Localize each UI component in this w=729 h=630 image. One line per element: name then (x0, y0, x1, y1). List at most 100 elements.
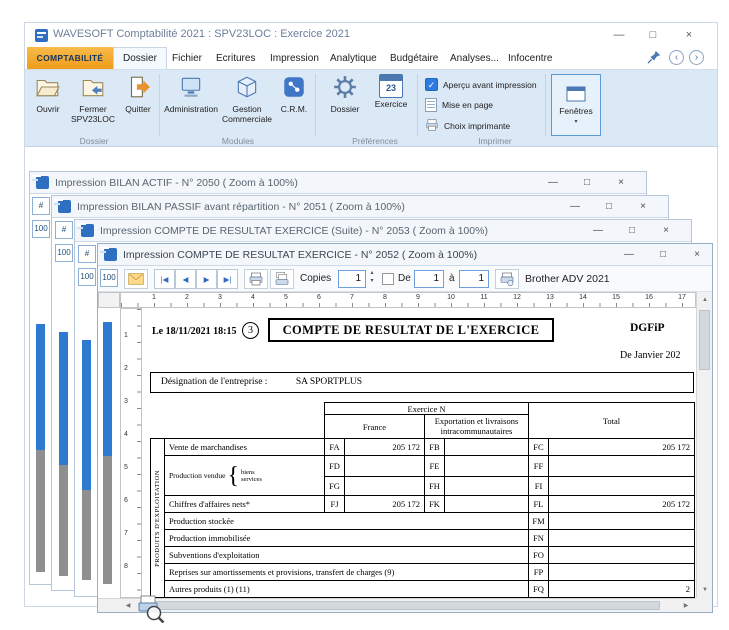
scrollbar-thumb[interactable] (36, 324, 45, 450)
close-button[interactable]: × (614, 177, 628, 188)
mise-en-page-button[interactable]: Mise en page (425, 98, 493, 112)
page-from-input[interactable]: 1 (414, 270, 444, 288)
fit-page-button[interactable]: # (55, 221, 73, 239)
horizontal-scrollbar[interactable]: ◀ ▶ (98, 598, 696, 612)
maximize-button[interactable]: □ (656, 249, 670, 260)
administration-button[interactable]: Administration (163, 74, 219, 115)
window-resultat-titlebar[interactable]: Impression COMPTE DE RESULTAT EXERCICE -… (98, 244, 712, 266)
copies-spin-up[interactable]: ▴ (367, 270, 377, 277)
scroll-up-arrow[interactable]: ▲ (697, 292, 713, 308)
vertical-scrollbar[interactable]: ▲ ▼ (696, 292, 712, 598)
printer-settings-icon (500, 272, 514, 286)
minimize-button[interactable]: — (622, 249, 636, 260)
minimize-button[interactable]: — (591, 225, 605, 236)
france-header: France (324, 414, 425, 439)
scrollbar-thumb[interactable] (140, 601, 660, 610)
window-bilan-actif-titlebar[interactable]: Impression BILAN ACTIF - N° 2050 ( Zoom … (30, 172, 646, 194)
scroll-right-arrow[interactable]: ▶ (678, 598, 694, 614)
scrollbar-thumb[interactable] (82, 340, 91, 490)
maximize-button[interactable]: □ (625, 225, 639, 236)
fenetres-button[interactable]: Fenêtres ▾ (551, 74, 601, 136)
ouvrir-button[interactable]: Ouvrir (29, 74, 67, 115)
scrollbar-thumb[interactable] (103, 322, 112, 456)
export-mail-button[interactable] (124, 269, 148, 289)
tab-dossier[interactable]: Dossier (113, 47, 167, 69)
pin-icon[interactable] (647, 50, 661, 69)
previous-page-button[interactable]: ◀ (175, 269, 196, 289)
preview-window-icon (81, 224, 94, 237)
next-page-button[interactable]: ▶ (196, 269, 217, 289)
scrollbar-track[interactable] (36, 450, 45, 572)
tab-comptabilite[interactable]: COMPTABILITÉ (27, 47, 113, 69)
ruler-number: 9 (416, 294, 420, 301)
scrollbar-thumb[interactable] (59, 332, 68, 465)
tab-impression[interactable]: Impression (261, 47, 328, 69)
maximize-button[interactable]: □ (645, 28, 661, 42)
zoom-100-button[interactable]: 100 (55, 244, 73, 262)
choix-imprimante-button[interactable]: Choix imprimante (425, 118, 510, 134)
group-label-preferences: Préférences (352, 136, 398, 146)
print-all-button[interactable] (270, 269, 294, 289)
window-icon (566, 86, 586, 104)
last-page-button[interactable]: ▶| (217, 269, 238, 289)
minimize-button[interactable]: — (611, 28, 627, 42)
package-icon (234, 74, 260, 103)
exercice-button[interactable]: 23 Exercice (369, 74, 413, 110)
quitter-button[interactable]: Quitter (119, 74, 157, 115)
close-button[interactable]: × (659, 225, 673, 236)
dossier-preferences-button[interactable]: Dossier (323, 74, 367, 115)
printer-setup-button[interactable] (495, 269, 519, 289)
fit-page-button[interactable]: # (78, 245, 96, 263)
row-label: Vente de marchandises (164, 438, 325, 456)
tab-infocentre[interactable]: Infocentre (499, 47, 561, 69)
ruler-number: 4 (251, 294, 255, 301)
fermer-dossier-button[interactable]: Fermer SPV23LOC (69, 74, 117, 124)
window-bilan-passif-titlebar[interactable]: Impression BILAN PASSIF avant répartitio… (52, 196, 668, 218)
window-title: Impression BILAN ACTIF - N° 2050 ( Zoom … (55, 176, 298, 189)
ruler-number: 16 (645, 294, 653, 301)
page-range-checkbox[interactable] (382, 273, 394, 285)
close-button[interactable]: × (636, 201, 650, 212)
scroll-down-arrow[interactable]: ▼ (697, 582, 713, 598)
scrollbar-track[interactable] (103, 456, 112, 584)
ruler-number: 2 (185, 294, 189, 301)
zoom-100-button[interactable]: 100 (78, 268, 96, 286)
crm-button[interactable]: C.R.M. (275, 74, 313, 115)
first-page-button[interactable]: |◀ (154, 269, 175, 289)
checkbox-checked-icon[interactable]: ✓ (425, 78, 438, 91)
row-label: Subventions d'exploitation (164, 546, 529, 564)
maximize-button[interactable]: □ (602, 201, 616, 212)
tab-budgetaire[interactable]: Budgétaire (381, 47, 447, 69)
fit-page-button[interactable]: # (32, 197, 50, 215)
nav-forward-icon[interactable]: › (689, 50, 704, 65)
print-page-button[interactable] (244, 269, 268, 289)
vertical-ruler: 1 2 3 4 5 6 7 8 (120, 308, 142, 598)
scroll-left-arrow[interactable]: ◀ (120, 598, 136, 614)
minimize-button[interactable]: — (568, 201, 582, 212)
apercu-avant-impression-checkbox[interactable]: ✓ Aperçu avant impression (425, 78, 537, 91)
tab-analyses[interactable]: Analyses... (441, 47, 508, 69)
tab-ecritures[interactable]: Ecritures (207, 47, 264, 69)
dropdown-arrow-icon: ▾ (574, 118, 578, 125)
scrollbar-thumb[interactable] (699, 310, 710, 370)
table-row: Autres produits (1) (11) FQ 2 (151, 580, 696, 598)
copies-input[interactable]: 1 (338, 270, 366, 288)
mdi-area: Impression BILAN ACTIF - N° 2050 ( Zoom … (25, 147, 717, 624)
close-button[interactable]: × (681, 28, 697, 42)
close-button[interactable]: × (690, 249, 704, 260)
copies-spin-down[interactable]: ▾ (367, 278, 377, 285)
nav-back-icon[interactable]: ‹ (669, 50, 684, 65)
maximize-button[interactable]: □ (580, 177, 594, 188)
zoom-100-button[interactable]: 100 (100, 269, 118, 287)
scrollbar-track[interactable] (82, 490, 91, 580)
tab-fichier[interactable]: Fichier (163, 47, 211, 69)
ruler-number: 2 (124, 365, 128, 372)
page-to-input[interactable]: 1 (459, 270, 489, 288)
gestion-commerciale-button[interactable]: Gestion Commerciale (221, 74, 273, 124)
table-row: PRODUITS D'EXPLOITATION Vente de marchan… (150, 438, 696, 598)
tab-analytique[interactable]: Analytique (321, 47, 386, 69)
zoom-100-button[interactable]: 100 (32, 220, 50, 238)
window-resultat-suite-titlebar[interactable]: Impression COMPTE DE RESULTAT EXERCICE (… (75, 220, 691, 242)
minimize-button[interactable]: — (546, 177, 560, 188)
scrollbar-track[interactable] (59, 465, 68, 576)
